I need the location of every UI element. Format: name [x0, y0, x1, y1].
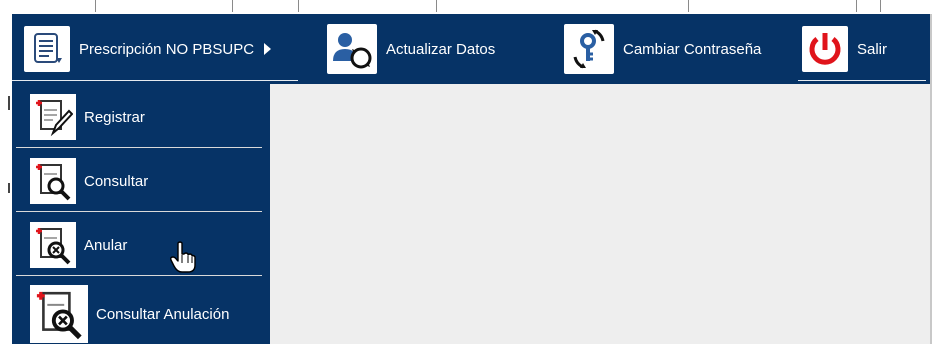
- top-tick-mark: [232, 0, 233, 12]
- menu-cambiar-contrasena[interactable]: Cambiar Contraseña: [564, 14, 761, 84]
- top-item-separator: [798, 80, 926, 81]
- key-refresh-icon: [564, 24, 614, 74]
- menu-salir-label: Salir: [857, 40, 888, 58]
- document-cancel-search-icon: [30, 285, 88, 343]
- left-edge-mark: [8, 183, 10, 193]
- top-tick-mark: [95, 0, 96, 12]
- menu-actualizar-datos-label: Actualizar Datos: [386, 40, 496, 58]
- power-icon: [802, 26, 848, 72]
- document-search-icon: [30, 158, 76, 204]
- top-tick-mark: [436, 0, 437, 12]
- submenu-separator: [16, 147, 262, 148]
- menu-prescripcion[interactable]: Prescripción NO PBSUPC: [24, 14, 272, 84]
- submenu-item-anular[interactable]: Anular: [12, 220, 270, 270]
- menu-salir[interactable]: Salir: [802, 14, 887, 84]
- top-item-separator: [12, 80, 298, 81]
- menu-prescripcion-label: Prescripción NO PBSUPC: [79, 40, 255, 58]
- document-pencil-icon: [30, 94, 76, 140]
- top-tick-mark: [298, 0, 299, 12]
- menu-cambiar-contrasena-label: Cambiar Contraseña: [623, 40, 762, 58]
- prescripcion-submenu: Registrar Consultar Anular Consultar Anu…: [12, 84, 270, 344]
- submenu-item-consultar-anulacion-label: Consultar Anulación: [96, 305, 230, 323]
- submenu-item-consultar-label: Consultar: [84, 172, 149, 190]
- window-right-border: [930, 14, 932, 344]
- window-top-strip: [0, 0, 935, 14]
- submenu-arrow-icon: [264, 43, 272, 55]
- top-tick-mark: [880, 0, 881, 12]
- submenu-item-anular-label: Anular: [84, 236, 128, 254]
- submenu-item-consultar[interactable]: Consultar: [12, 156, 270, 206]
- document-cancel-search-icon: [30, 222, 76, 268]
- top-tick-mark: [856, 0, 857, 12]
- user-refresh-icon: [327, 24, 377, 74]
- main-content-area: [270, 84, 930, 344]
- submenu-separator: [16, 275, 262, 276]
- left-edge-mark: [8, 96, 10, 110]
- submenu-item-registrar-label: Registrar: [84, 108, 145, 126]
- top-tick-mark: [688, 0, 689, 12]
- menu-actualizar-datos[interactable]: Actualizar Datos: [327, 14, 495, 84]
- submenu-separator: [16, 211, 262, 212]
- hand-pointer-icon: [170, 241, 196, 278]
- submenu-item-registrar[interactable]: Registrar: [12, 92, 270, 142]
- prescription-document-icon: [24, 26, 70, 72]
- submenu-item-consultar-anulacion[interactable]: Consultar Anulación: [12, 283, 270, 345]
- top-navigation-bar: Prescripción NO PBSUPC Actualizar Datos: [12, 14, 930, 84]
